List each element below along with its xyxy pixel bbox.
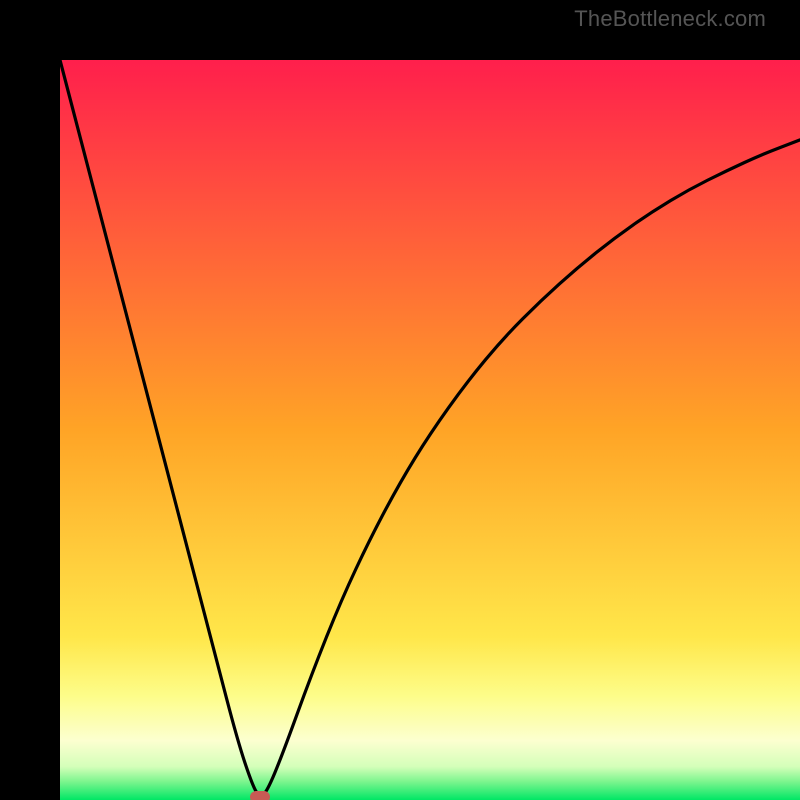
gradient-background-svg xyxy=(60,60,800,800)
plot-area xyxy=(60,60,800,800)
watermark-label: TheBottleneck.com xyxy=(574,6,766,32)
chart-frame xyxy=(0,0,800,800)
gradient-fill-rect xyxy=(60,60,800,800)
bottleneck-curve xyxy=(60,60,800,796)
optimum-marker xyxy=(250,791,270,800)
curve-svg xyxy=(60,60,800,800)
